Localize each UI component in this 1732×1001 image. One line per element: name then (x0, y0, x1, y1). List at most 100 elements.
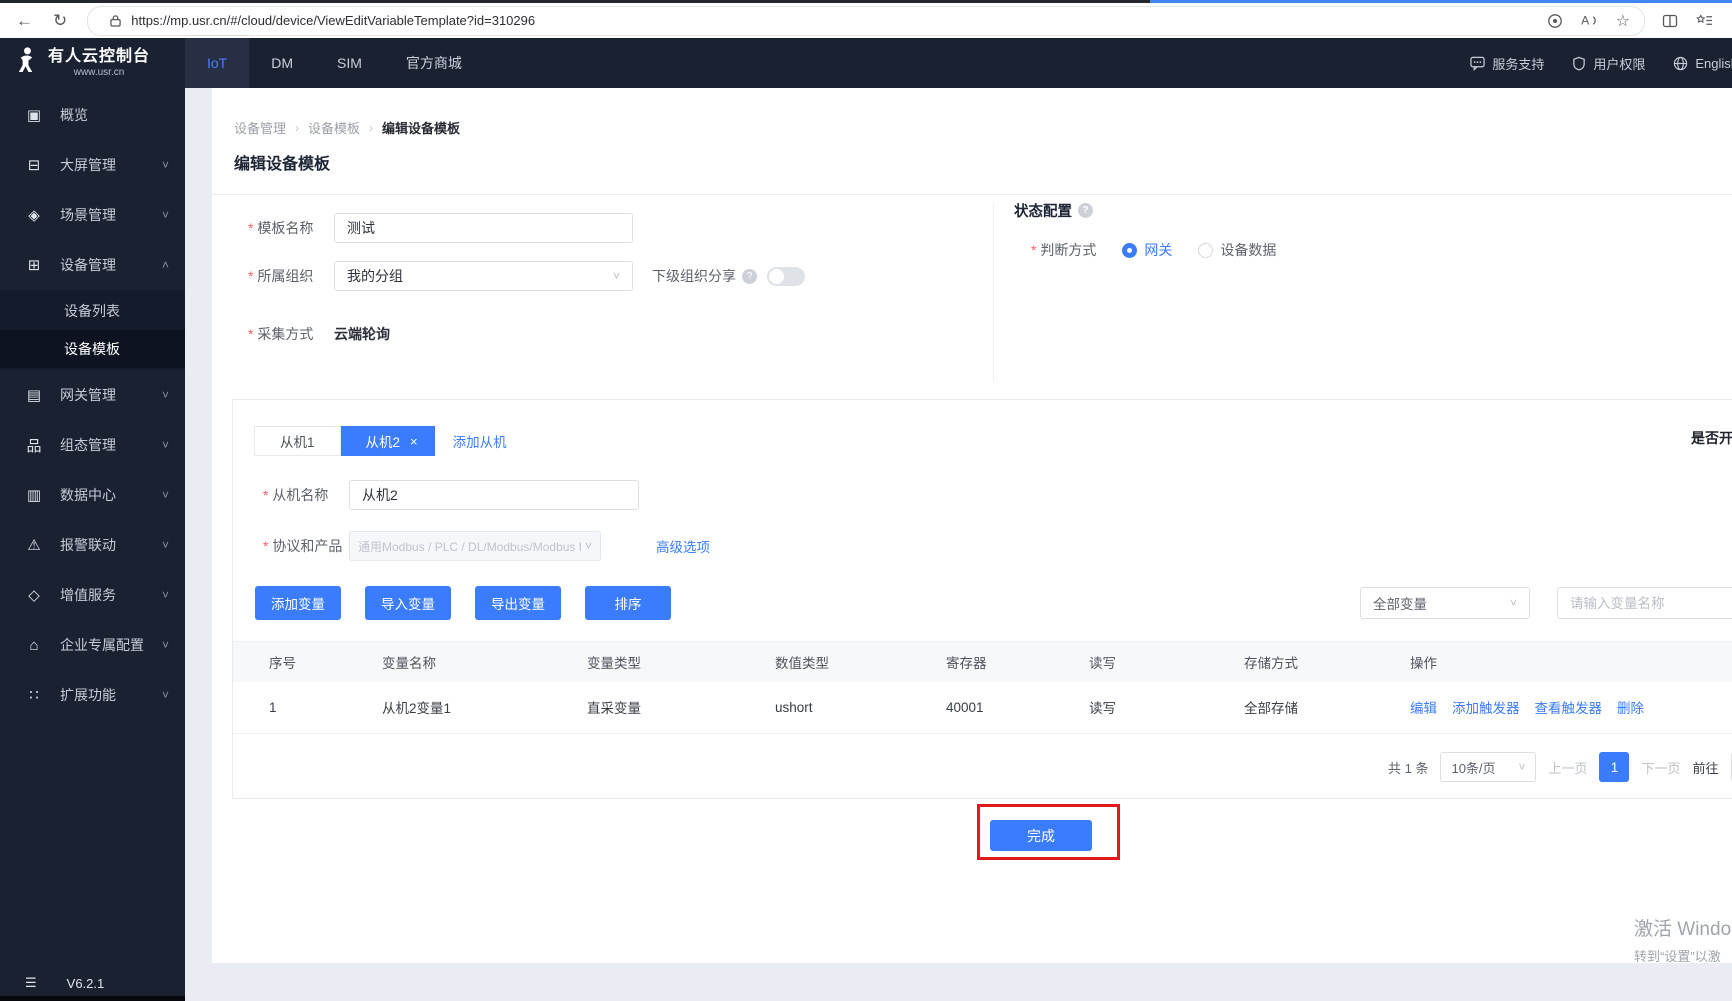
shield-icon (1573, 56, 1586, 71)
chevron-down-icon: ˅ (161, 588, 169, 602)
chevron-down-icon: ˅ (161, 638, 169, 652)
page-title: 编辑设备模板 (234, 156, 331, 173)
tab-slave1[interactable]: 从机1 (254, 426, 341, 456)
brand-subtitle: www.usr.cn (73, 66, 125, 78)
breadcrumb-separator: › (369, 120, 374, 135)
support-link[interactable]: 服务支持 (1470, 54, 1544, 73)
sidebar-item-device-mgmt[interactable]: ⊞ 设备管理 ˄ (0, 240, 185, 290)
breadcrumb-device-template[interactable]: 设备模板 (308, 118, 360, 137)
help-icon[interactable]: ? (1078, 203, 1093, 218)
judge-method-label: 判断方式 (1031, 240, 1096, 260)
table-header: 序号 变量名称 变量类型 数值类型 寄存器 读写 存储方式 操作 (233, 641, 1732, 682)
user-permission-link[interactable]: 用户权限 (1572, 54, 1645, 73)
sidebar-item-value-added[interactable]: ◇ 增值服务 ˅ (0, 570, 185, 620)
radio-device-data[interactable]: 设备数据 (1198, 240, 1276, 260)
prev-page-button[interactable]: 上一页 (1548, 758, 1587, 777)
language-switch[interactable]: English (1673, 56, 1732, 71)
cell-variable-name: 从机2变量1 (382, 701, 452, 716)
total-count: 共 1 条 (1388, 760, 1429, 776)
vertical-divider (993, 204, 994, 381)
chevron-up-icon: ˄ (161, 258, 169, 272)
sort-button[interactable]: 排序 (585, 586, 671, 620)
address-bar[interactable]: https://mp.usr.cn/#/cloud/device/ViewEdi… (87, 5, 1645, 36)
sidebar-item-screen-mgmt[interactable]: ⊟ 大屏管理 ˅ (0, 140, 185, 190)
collapse-sidebar-icon[interactable]: ☰ (25, 975, 37, 991)
current-page-button[interactable]: 1 (1599, 752, 1630, 782)
cell-read-write: 读写 (1089, 701, 1116, 716)
grid-icon: ∷ (29, 687, 39, 704)
view-trigger-link[interactable]: 查看触发器 (1535, 697, 1603, 717)
red-highlight-box: 完成 (977, 804, 1120, 860)
add-variable-button[interactable]: 添加变量 (255, 586, 341, 620)
export-variable-button[interactable]: 导出变量 (475, 586, 561, 620)
chevron-down-icon: ˅ (612, 269, 620, 283)
close-tab-icon[interactable]: × (410, 434, 418, 449)
url-text[interactable]: https://mp.usr.cn/#/cloud/device/ViewEdi… (131, 13, 1528, 28)
slave-name-input[interactable] (349, 480, 639, 510)
person-logo-icon (14, 46, 39, 80)
breadcrumb: 设备管理 › 设备模板 › 编辑设备模板 (234, 118, 460, 137)
sidebar-item-extensions[interactable]: ∷ 扩展功能 ˅ (0, 670, 185, 720)
windows-activation-watermark: 激活 Windo 转到“设置”以激 (1634, 919, 1732, 963)
page-size-select[interactable]: 10条/页 ˅ (1440, 752, 1537, 782)
tab-dm[interactable]: DM (249, 38, 315, 88)
cell-index: 1 (269, 699, 277, 715)
read-aloud-icon[interactable]: A (1581, 13, 1598, 28)
chevron-down-icon: ˅ (1509, 596, 1517, 610)
sidebar-item-alarm-linkage[interactable]: ⚠ 报警联动 ˅ (0, 520, 185, 570)
add-trigger-link[interactable]: 添加触发器 (1452, 697, 1520, 717)
delete-link[interactable]: 删除 (1617, 697, 1644, 717)
next-page-button[interactable]: 下一页 (1641, 758, 1680, 777)
import-variable-button[interactable]: 导入变量 (365, 586, 451, 620)
status-config-title: 状态配置 (1014, 204, 1072, 220)
protocol-label: 协议和产品 (263, 536, 349, 556)
sidebar-item-overview[interactable]: ▣ 概览 (0, 90, 185, 140)
tab-iot[interactable]: IoT (185, 38, 250, 88)
tab-mall[interactable]: 官方商城 (384, 38, 484, 88)
add-slave-link[interactable]: 添加从机 (453, 431, 507, 451)
content-panel: 设备管理 › 设备模板 › 编辑设备模板 编辑设备模板 模板名称 所属组织 我的… (212, 88, 1732, 963)
split-screen-icon[interactable] (1662, 13, 1678, 29)
sidebar-item-config-mgmt[interactable]: 品 组态管理 ˅ (0, 420, 185, 470)
favorite-star-icon[interactable]: ☆ (1616, 11, 1630, 31)
bar-chart-icon: ▥ (26, 487, 42, 504)
divider (212, 194, 1732, 195)
breadcrumb-separator: › (295, 120, 300, 135)
tab-slave2[interactable]: 从机2 × (340, 426, 435, 456)
main-area: 设备管理 › 设备模板 › 编辑设备模板 编辑设备模板 模板名称 所属组织 我的… (185, 88, 1732, 1001)
org-select[interactable]: 我的分组 ˅ (334, 261, 633, 291)
template-name-input[interactable] (334, 213, 633, 243)
brand-logo[interactable]: 有人云控制台 www.usr.cn (0, 46, 185, 80)
sidebar-item-enterprise-config[interactable]: ⌂ 企业专属配置 ˅ (0, 620, 185, 670)
slave-config-card: 从机1 从机2 × 添加从机 是否开启多 从机名称 协议和产品 通用 (232, 399, 1732, 799)
sidebar-item-device-template[interactable]: 设备模板 (0, 330, 185, 368)
breadcrumb-device-mgmt[interactable]: 设备管理 (234, 118, 286, 137)
sidebar-item-gateway-mgmt[interactable]: ▤ 网关管理 ˅ (0, 370, 185, 420)
favorites-list-icon[interactable] (1696, 13, 1713, 28)
done-button[interactable]: 完成 (990, 820, 1092, 851)
tab-sim[interactable]: SIM (315, 38, 384, 88)
chevron-down-icon: ˅ (161, 438, 169, 452)
chevron-down-icon: ˅ (161, 388, 169, 402)
table-row: 1 从机2变量1 直采变量 ushort 40001 读写 全部存储 编辑 添加… (233, 681, 1732, 734)
share-toggle[interactable] (767, 266, 805, 286)
radio-gateway[interactable]: 网关 (1122, 240, 1172, 260)
globe-icon (1674, 56, 1688, 70)
help-icon[interactable]: ? (742, 268, 757, 284)
breadcrumb-current: 编辑设备模板 (382, 121, 461, 136)
template-name-row: 模板名称 (248, 212, 633, 244)
overview-icon: ▣ (26, 107, 42, 124)
refresh-icon[interactable]: ↻ (53, 12, 67, 29)
sidebar-item-device-list[interactable]: 设备列表 (0, 292, 185, 330)
back-icon[interactable]: ← (16, 12, 33, 29)
template-name-label: 模板名称 (248, 218, 334, 238)
sidebar-item-scene-mgmt[interactable]: ◈ 场景管理 ˅ (0, 190, 185, 240)
edit-link[interactable]: 编辑 (1410, 697, 1437, 717)
location-icon[interactable] (1547, 13, 1563, 29)
variable-filter-select[interactable]: 全部变量 ˅ (1360, 587, 1530, 619)
variable-search-input[interactable] (1557, 587, 1732, 619)
sidebar-item-data-center[interactable]: ▥ 数据中心 ˅ (0, 470, 185, 520)
advanced-options-link[interactable]: 高级选项 (656, 536, 710, 556)
diamond-icon: ◇ (28, 587, 40, 604)
brand-title: 有人云控制台 (48, 48, 151, 66)
